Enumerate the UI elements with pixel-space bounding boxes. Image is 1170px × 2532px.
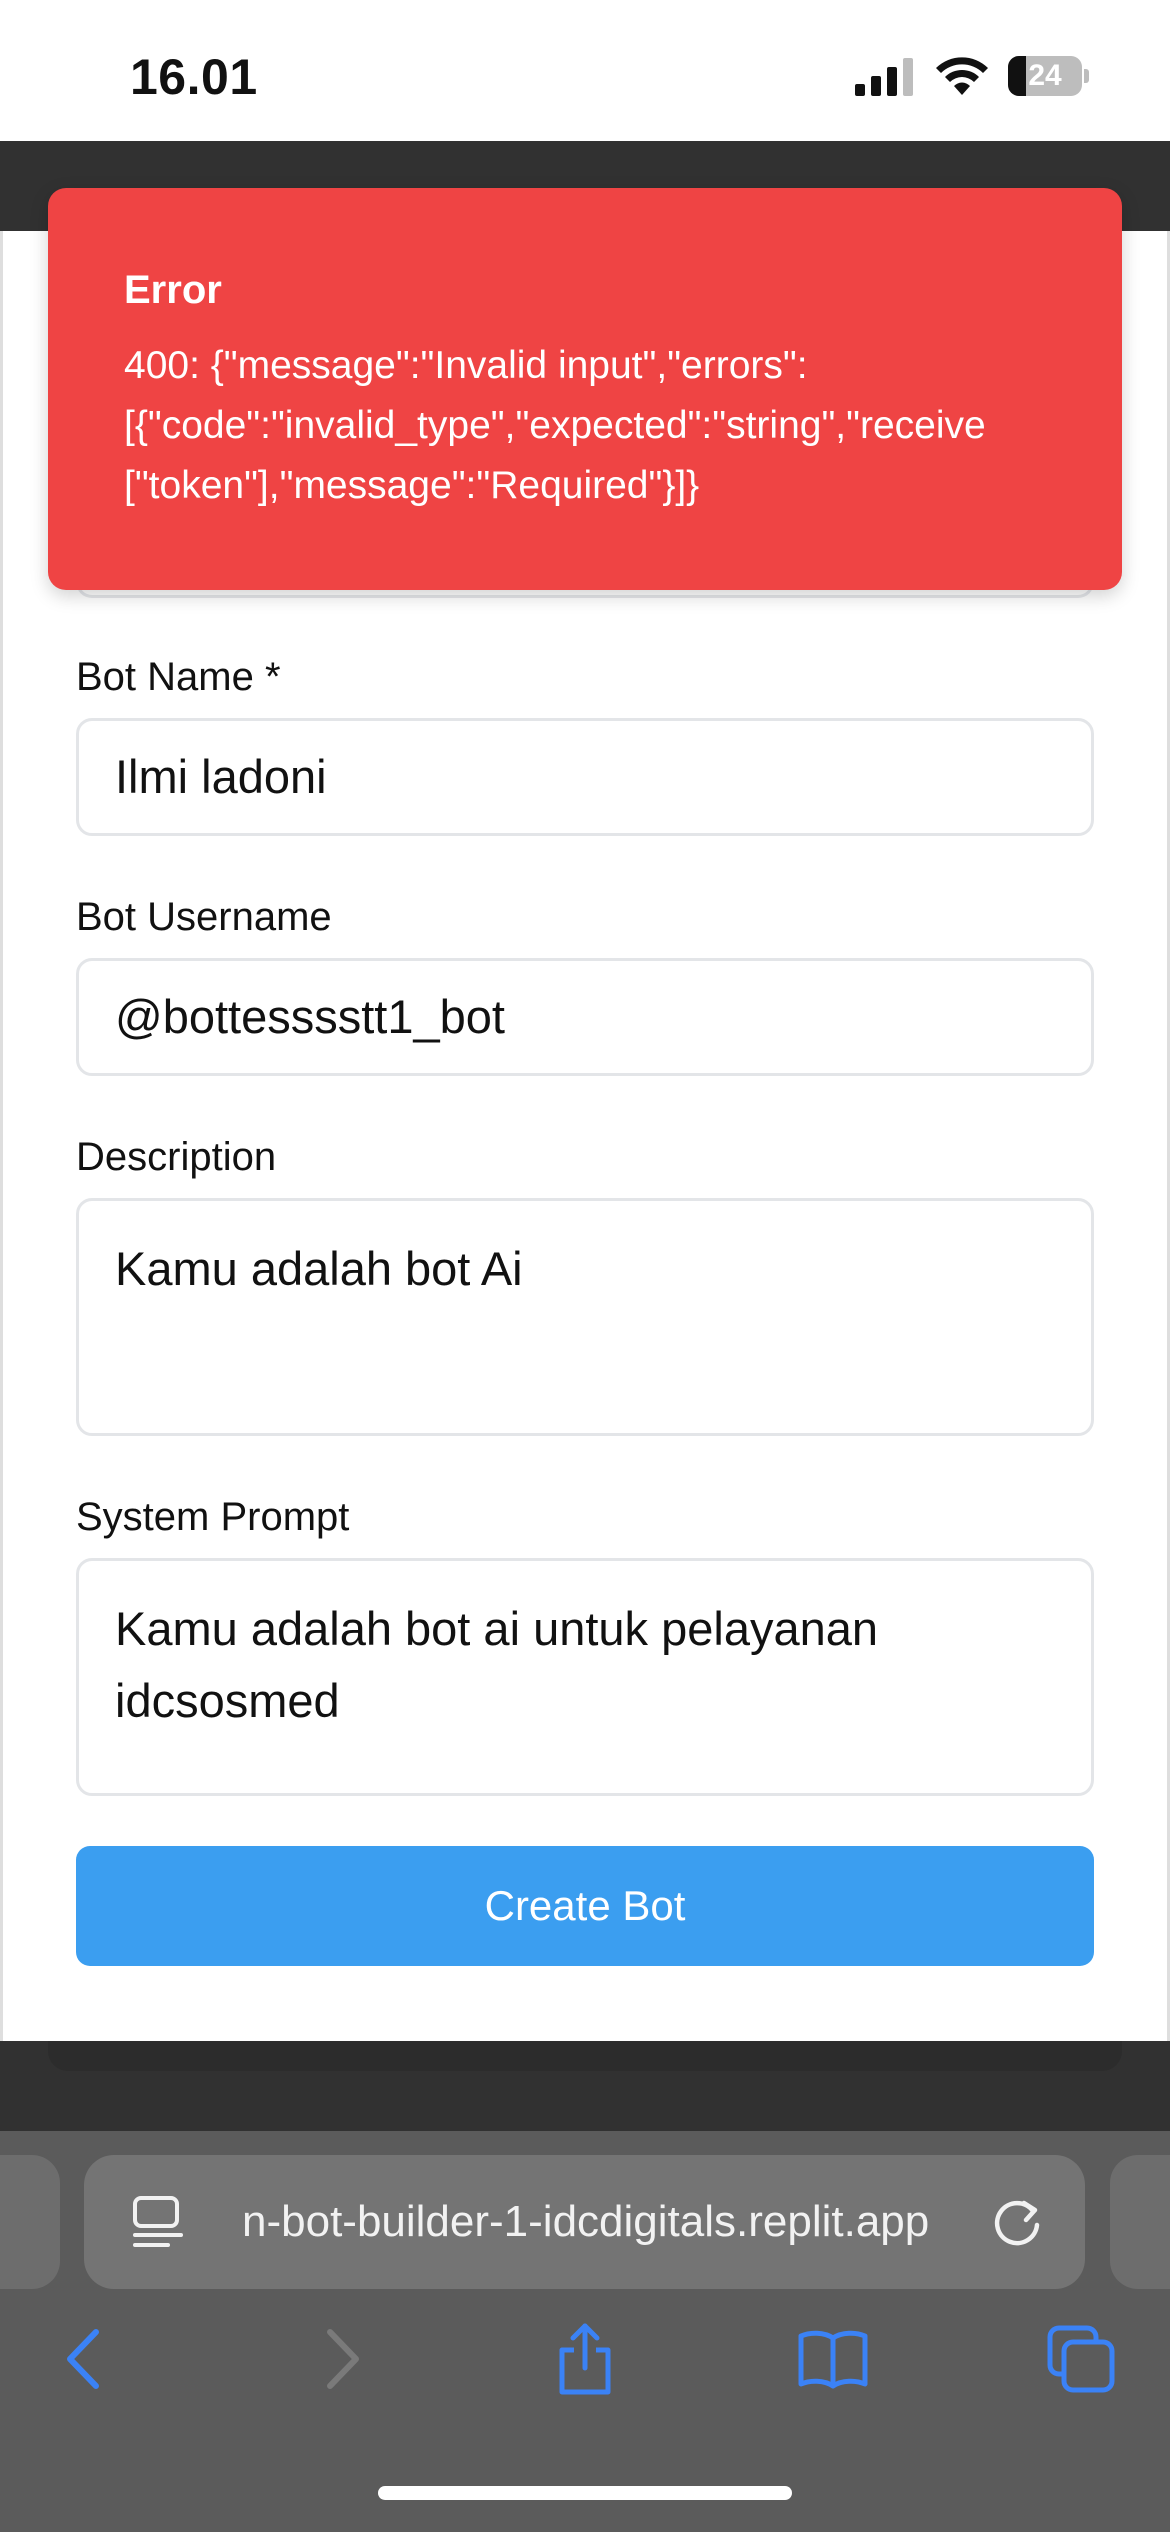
forward-button[interactable]: [302, 2322, 376, 2396]
signal-icon: [855, 58, 913, 96]
reader-icon[interactable]: [132, 2195, 184, 2249]
system-prompt-label: System Prompt: [76, 1495, 350, 1539]
toast-message: 400: {"message":"Invalid input","errors"…: [124, 344, 986, 507]
create-bot-button[interactable]: Create Bot: [76, 1846, 1094, 1966]
bookmarks-icon: [798, 2330, 868, 2389]
tabs-button[interactable]: [1044, 2322, 1118, 2396]
tabs-icon: [1047, 2325, 1115, 2393]
url-text[interactable]: n-bot-builder-1-idcdigitals.replit.app: [242, 2155, 929, 2289]
battery-icon: 24: [1008, 56, 1089, 96]
card-shadow: [48, 2041, 1122, 2071]
bot-name-value: Ilmi ladoni: [115, 750, 327, 803]
next-tab-pill[interactable]: [1110, 2155, 1170, 2289]
system-prompt-value: Kamu adalah bot ai untuk pelayanan idcso…: [115, 1602, 879, 1727]
bot-name-label: Bot Name *: [76, 655, 281, 699]
bot-name-input[interactable]: Ilmi ladoni: [76, 718, 1094, 836]
bookmarks-button[interactable]: [796, 2322, 870, 2396]
back-button[interactable]: [50, 2322, 124, 2396]
bot-username-value: @bottesssstt1_bot: [115, 990, 505, 1043]
toast-title: Error: [124, 268, 222, 312]
system-prompt-textarea[interactable]: Kamu adalah bot ai untuk pelayanan idcso…: [76, 1558, 1094, 1796]
description-textarea[interactable]: Kamu adalah bot Ai: [76, 1198, 1094, 1436]
wifi-icon: [936, 57, 988, 95]
share-icon: [559, 2323, 611, 2395]
back-icon: [67, 2329, 99, 2389]
share-button[interactable]: [548, 2322, 622, 2396]
battery-percent: 24: [1028, 59, 1062, 92]
status-time: 16.01: [130, 49, 258, 105]
address-bar[interactable]: n-bot-builder-1-idcdigitals.replit.app: [84, 2155, 1085, 2289]
error-toast[interactable]: Error 400: {"message":"Invalid input","e…: [48, 188, 1122, 590]
forward-icon: [327, 2329, 359, 2389]
home-indicator[interactable]: [378, 2486, 792, 2500]
bot-username-input[interactable]: @bottesssstt1_bot: [76, 958, 1094, 1076]
previous-tab-pill[interactable]: [0, 2155, 60, 2289]
description-value: Kamu adalah bot Ai: [115, 1242, 523, 1295]
reload-icon[interactable]: [991, 2195, 1045, 2249]
bot-username-label: Bot Username: [76, 895, 332, 939]
status-bar: 16.01 24: [0, 0, 1170, 141]
description-label: Description: [76, 1135, 277, 1179]
